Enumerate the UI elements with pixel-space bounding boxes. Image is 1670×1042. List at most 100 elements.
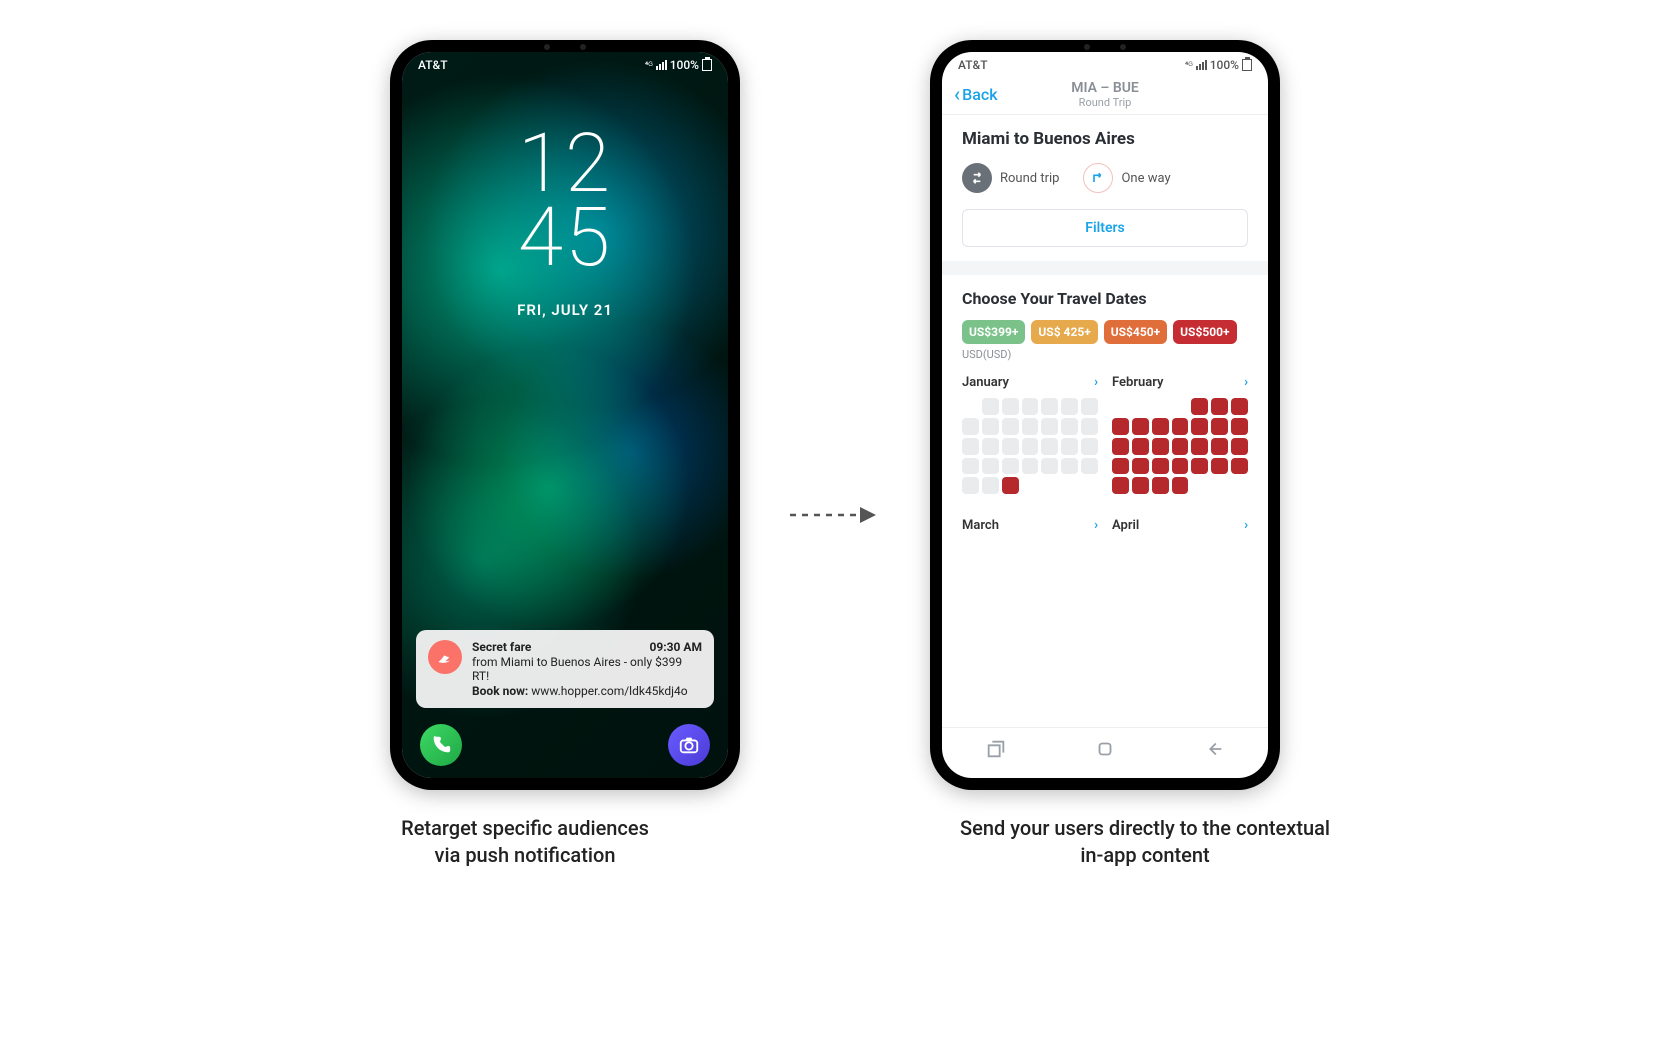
calendar-day[interactable]: [1002, 418, 1019, 435]
chevron-left-icon: ‹: [954, 84, 960, 104]
back-button[interactable]: ‹ Back: [954, 84, 998, 104]
price-legend: US$399+ US$ 425+ US$450+ US$500+: [962, 320, 1248, 344]
calendar-day[interactable]: [1081, 398, 1098, 415]
trip-oneway-option[interactable]: One way: [1083, 163, 1170, 193]
calendar-day: [1152, 398, 1169, 415]
phone-app-icon[interactable]: [420, 724, 462, 766]
recents-icon[interactable]: [985, 738, 1007, 764]
dates-title: Choose Your Travel Dates: [962, 289, 1248, 308]
calendar-day[interactable]: [1002, 438, 1019, 455]
calendar-day[interactable]: [1132, 438, 1149, 455]
home-icon[interactable]: [1094, 738, 1116, 764]
calendar-day[interactable]: [1041, 418, 1058, 435]
calendar-day[interactable]: [1081, 458, 1098, 475]
calendar-day[interactable]: [1002, 458, 1019, 475]
calendar-day[interactable]: [962, 438, 979, 455]
calendar-day[interactable]: [1231, 438, 1248, 455]
calendar-day[interactable]: [1152, 438, 1169, 455]
calendar-day[interactable]: [1211, 418, 1228, 435]
calendar-day[interactable]: [1191, 458, 1208, 475]
calendar-day[interactable]: [1112, 438, 1129, 455]
calendar-day: [1061, 477, 1078, 494]
hopper-app-icon: [428, 640, 462, 674]
calendar-day[interactable]: [1132, 418, 1149, 435]
calendar-day: [962, 398, 979, 415]
calendar-day[interactable]: [1191, 418, 1208, 435]
calendar-day[interactable]: [1211, 398, 1228, 415]
calendar-day[interactable]: [982, 477, 999, 494]
calendar-day[interactable]: [1022, 398, 1039, 415]
calendar-day[interactable]: [1172, 458, 1189, 475]
calendar-day[interactable]: [1211, 438, 1228, 455]
calendar-day[interactable]: [1211, 458, 1228, 475]
calendar-day[interactable]: [1002, 398, 1019, 415]
calendar-day[interactable]: [1041, 438, 1058, 455]
calendar-day[interactable]: [982, 458, 999, 475]
notification-line1: from Miami to Buenos Aires - only $399 R…: [472, 655, 702, 683]
month-february[interactable]: February ›: [1112, 375, 1248, 494]
calendar-day[interactable]: [1022, 418, 1039, 435]
calendar-day: [1211, 477, 1228, 494]
calendar-day[interactable]: [1112, 458, 1129, 475]
calendar-day[interactable]: [962, 418, 979, 435]
calendar-day: [1081, 477, 1098, 494]
calendar-day[interactable]: [1191, 438, 1208, 455]
calendar-day[interactable]: [1041, 398, 1058, 415]
calendar-day[interactable]: [1132, 477, 1149, 494]
calendar-day[interactable]: [1061, 398, 1078, 415]
calendar-day[interactable]: [1152, 418, 1169, 435]
camera-app-icon[interactable]: [668, 724, 710, 766]
calendar-day[interactable]: [982, 398, 999, 415]
calendar-day[interactable]: [1022, 458, 1039, 475]
calendar-day[interactable]: [1061, 418, 1078, 435]
calendar-day[interactable]: [1081, 438, 1098, 455]
caption-right: Send your users directly to the contextu…: [935, 815, 1355, 869]
calendar-day[interactable]: [1022, 438, 1039, 455]
calendar-day[interactable]: [962, 477, 979, 494]
battery-icon: [702, 59, 712, 71]
notification-time: 09:30 AM: [650, 640, 702, 654]
calendar-day[interactable]: [1152, 477, 1169, 494]
calendar-day[interactable]: [1061, 438, 1078, 455]
oneway-icon: [1083, 163, 1113, 193]
calendar-day: [1041, 477, 1058, 494]
filters-button[interactable]: Filters: [962, 209, 1248, 247]
price-tier-2: US$ 425+: [1031, 320, 1097, 344]
signal-icon: [656, 60, 667, 70]
carrier-label: AT&T: [418, 58, 448, 72]
calendar-day[interactable]: [1231, 398, 1248, 415]
calendar-day: [1112, 398, 1129, 415]
month-january[interactable]: January ›: [962, 375, 1098, 494]
chevron-right-icon: ›: [1244, 518, 1248, 533]
calendar-day[interactable]: [1081, 418, 1098, 435]
calendar-day[interactable]: [1132, 458, 1149, 475]
phone-app: AT&T ⁴ᴳ 100% ‹ Back MIA – BUE: [930, 40, 1280, 790]
calendar-day[interactable]: [1112, 418, 1129, 435]
notification-cta: Book now:: [472, 684, 528, 698]
trip-round-option[interactable]: Round trip: [962, 163, 1059, 193]
calendar-day: [1191, 477, 1208, 494]
calendar-day[interactable]: [1231, 418, 1248, 435]
back-softkey-icon[interactable]: [1203, 738, 1225, 764]
calendar-day[interactable]: [1061, 458, 1078, 475]
calendar-day[interactable]: [1152, 458, 1169, 475]
notification-url: www.hopper.com/ldk45kdj4o: [531, 684, 687, 698]
calendar-day[interactable]: [982, 418, 999, 435]
price-tier-3: US$450+: [1104, 320, 1167, 344]
calendar-day[interactable]: [1172, 477, 1189, 494]
caption-left: Retarget specific audiences via push not…: [315, 815, 735, 869]
calendar-day[interactable]: [982, 438, 999, 455]
month-march[interactable]: March ›: [962, 518, 1098, 541]
calendar-day[interactable]: [1002, 477, 1019, 494]
calendar-day[interactable]: [1041, 458, 1058, 475]
phone-lockscreen: AT&T ⁴ᴳ 100% 12 45 FRI, JULY 21: [390, 40, 740, 790]
calendar-day[interactable]: [1191, 398, 1208, 415]
calendar-day[interactable]: [1172, 438, 1189, 455]
calendar-day[interactable]: [1112, 477, 1129, 494]
calendar-day[interactable]: [1172, 418, 1189, 435]
push-notification[interactable]: Secret fare 09:30 AM from Miami to Bueno…: [416, 630, 714, 708]
calendar-day[interactable]: [962, 458, 979, 475]
month-april[interactable]: April ›: [1112, 518, 1248, 541]
price-tier-1: US$399+: [962, 320, 1025, 344]
calendar-day[interactable]: [1231, 458, 1248, 475]
